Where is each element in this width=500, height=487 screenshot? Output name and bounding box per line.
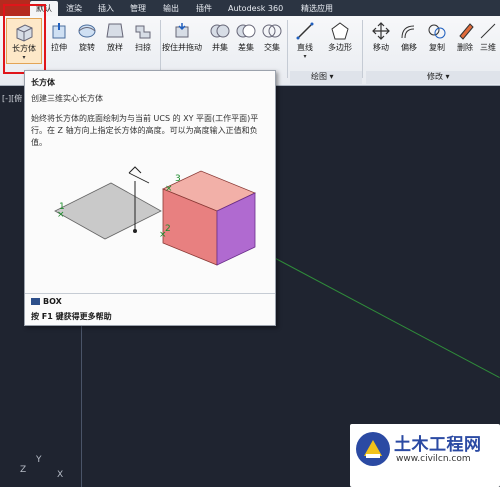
axis-z-label: Z xyxy=(20,465,27,475)
separator xyxy=(362,20,363,78)
intersect-button[interactable]: 交集 xyxy=(257,18,287,64)
loft-icon xyxy=(106,23,124,38)
svg-text:×: × xyxy=(159,230,167,240)
offset-icon xyxy=(401,25,415,39)
line-icon xyxy=(296,22,314,40)
sweep-button[interactable]: 扫掠 xyxy=(128,18,158,64)
tooltip-divider xyxy=(25,293,275,294)
line-button-label: 直线 xyxy=(297,43,313,52)
polygon-icon xyxy=(331,22,349,40)
revolve-button[interactable]: 旋转 xyxy=(72,18,102,64)
presspull-button-label: 按住并拖动 xyxy=(162,43,202,52)
revolve-icon xyxy=(78,24,96,38)
intersect-icon xyxy=(262,24,282,38)
polygon-button[interactable]: 多边形 xyxy=(322,18,358,64)
offset-button-label: 偏移 xyxy=(401,43,417,52)
axis-x-label: X xyxy=(57,470,64,480)
tooltip-title: 长方体 xyxy=(31,78,55,87)
3d-icon xyxy=(480,23,496,39)
line-button[interactable]: 直线 ▾ xyxy=(290,18,320,64)
move-icon xyxy=(372,22,390,40)
move-button-label: 移动 xyxy=(373,43,389,52)
tooltip-command-name: BOX xyxy=(43,297,62,306)
intersect-button-label: 交集 xyxy=(264,43,280,52)
subtract-icon xyxy=(236,24,256,38)
tab-plugins[interactable]: 插件 xyxy=(190,1,218,16)
draw-panel-title[interactable]: 绘图 ▾ xyxy=(311,71,334,83)
watermark-name: 土木工程网 xyxy=(394,435,482,455)
tab-insert[interactable]: 插入 xyxy=(92,1,120,16)
copy-button-label: 复制 xyxy=(429,43,445,52)
loft-button[interactable]: 放样 xyxy=(100,18,130,64)
presspull-button[interactable]: 按住并拖动 xyxy=(162,18,202,64)
loft-button-label: 放样 xyxy=(107,43,123,52)
tooltip-subtitle: 创建三维实心长方体 xyxy=(31,94,103,103)
autocad-window: [-][俯 Y X Z 默认 渲染 插入 管理 输出 插件 Autodesk 3… xyxy=(0,0,500,487)
box-tooltip: 长方体 创建三维实心长方体 始终将长方体的底面绘制为与当前 UCS 的 XY 平… xyxy=(24,70,276,326)
civilcn-logo-icon xyxy=(356,432,390,466)
tooltip-command: BOX xyxy=(31,297,62,306)
base-rectangle xyxy=(54,182,162,240)
3d-button[interactable]: 三维 xyxy=(476,18,500,64)
presspull-icon xyxy=(175,23,189,38)
svg-text:×: × xyxy=(165,184,173,194)
highlight-box xyxy=(3,4,46,74)
chevron-down-icon: ▾ xyxy=(303,53,307,60)
extrude-button[interactable]: 拉伸 xyxy=(44,18,74,64)
copy-button[interactable]: 复制 xyxy=(422,18,452,64)
watermark: 土木工程网 www.civilcn.com xyxy=(350,424,500,487)
offset-button[interactable]: 偏移 xyxy=(394,18,424,64)
axis-y-label: Y xyxy=(36,455,42,465)
tooltip-help: 按 F1 键获得更多帮助 xyxy=(31,312,112,321)
move-button[interactable]: 移动 xyxy=(366,18,396,64)
command-icon xyxy=(31,298,40,305)
separator xyxy=(287,20,288,78)
3d-button-label: 三维 xyxy=(480,43,496,52)
svg-text:×: × xyxy=(57,210,65,220)
polygon-button-label: 多边形 xyxy=(328,43,352,52)
tab-featured-apps[interactable]: 精选应用 xyxy=(295,1,339,16)
tab-manage[interactable]: 管理 xyxy=(124,1,152,16)
menu-tabbar: 默认 渲染 插入 管理 输出 插件 Autodesk 360 精选应用 xyxy=(0,0,500,16)
watermark-url: www.civilcn.com xyxy=(396,454,471,464)
sweep-button-label: 扫掠 xyxy=(135,43,151,52)
modify-panel-title[interactable]: 修改 ▾ xyxy=(427,71,450,83)
extrude-icon xyxy=(52,23,66,39)
extrude-button-label: 拉伸 xyxy=(51,43,67,52)
grid-line xyxy=(81,320,82,487)
erase-icon xyxy=(459,23,474,40)
box-illustration: 1 × 2 × 3 × xyxy=(54,166,256,266)
tab-output[interactable]: 输出 xyxy=(157,1,185,16)
height-point xyxy=(133,229,137,233)
tab-render[interactable]: 渲染 xyxy=(60,1,88,16)
point-3-label: 3 xyxy=(175,174,181,184)
viewport-label[interactable]: [-][俯 xyxy=(2,93,22,104)
sweep-icon xyxy=(135,25,151,39)
revolve-button-label: 旋转 xyxy=(79,43,95,52)
union-icon xyxy=(210,24,230,38)
tooltip-description: 始终将长方体的底面绘制为与当前 UCS 的 XY 平面(工作平面)平行。在 Z … xyxy=(31,114,259,147)
tab-autodesk-360[interactable]: Autodesk 360 xyxy=(222,1,289,16)
copy-icon xyxy=(428,24,446,39)
